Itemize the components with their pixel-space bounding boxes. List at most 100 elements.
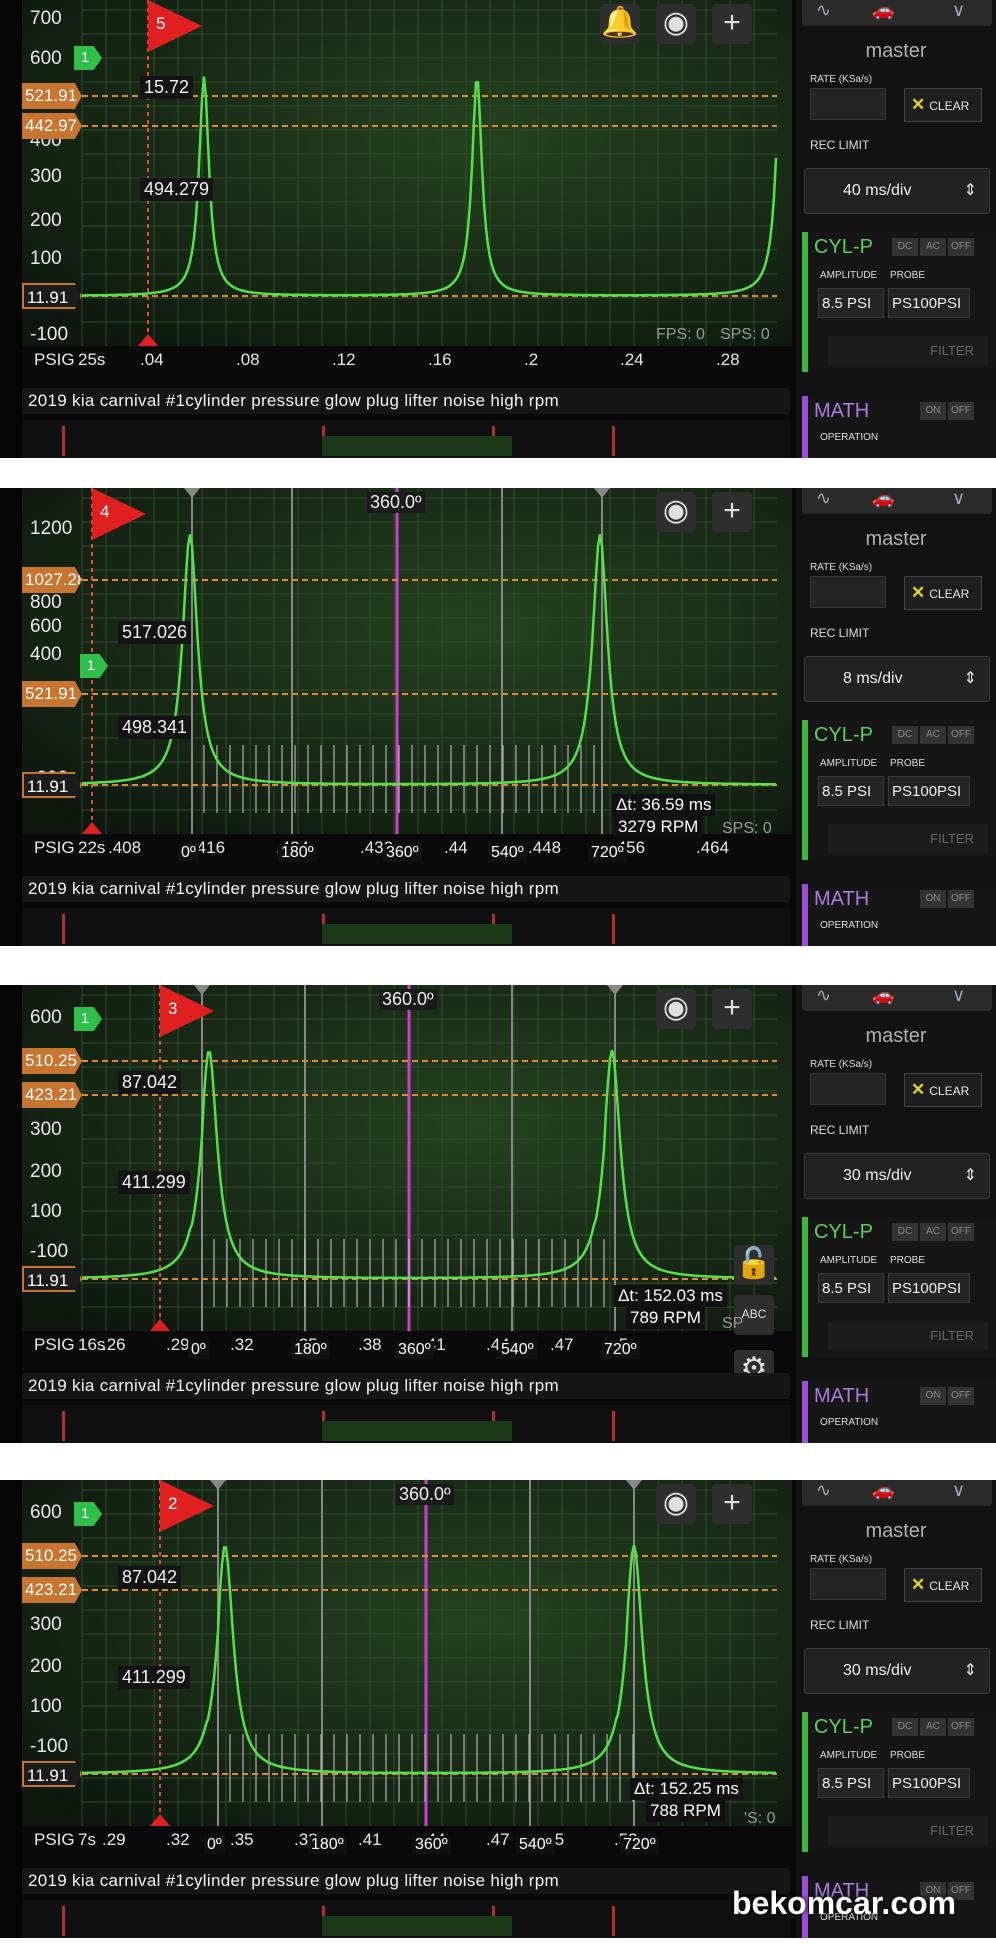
filter-button[interactable]: FILTER: [828, 1816, 988, 1846]
chevron-down-icon[interactable]: ∨: [952, 985, 965, 1006]
math-on-button[interactable]: ON: [920, 402, 946, 420]
eye-icon[interactable]: ◉: [656, 4, 696, 44]
eye-icon[interactable]: ◉: [656, 989, 696, 1029]
overview-bar[interactable]: [22, 1405, 790, 1443]
eye-icon[interactable]: ◉: [656, 1484, 696, 1524]
wave-icon[interactable]: ∿: [816, 488, 831, 509]
coupling-dc-button[interactable]: DC: [892, 1223, 918, 1241]
cursor-value-mid[interactable]: 423.21: [22, 1082, 82, 1108]
wave-icon[interactable]: ∿: [816, 0, 831, 21]
filter-button[interactable]: FILTER: [828, 824, 988, 854]
coupling-ac-button[interactable]: AC: [920, 238, 946, 256]
coupling-off-button[interactable]: OFF: [948, 1223, 974, 1241]
lock-icon[interactable]: 🔓: [734, 1245, 774, 1285]
filter-button[interactable]: FILTER: [828, 1321, 988, 1351]
timebase-select[interactable]: 40 ms/div ⇕: [804, 168, 990, 214]
crank-degree-label: 360º: [383, 844, 422, 862]
timebase-select[interactable]: 8 ms/div ⇕: [804, 656, 990, 702]
cursor-readout: 411.299: [118, 1171, 190, 1194]
sps-readout: SPS: 0: [722, 820, 772, 837]
math-on-button[interactable]: ON: [920, 1387, 946, 1405]
plus-icon[interactable]: +: [712, 989, 752, 1029]
mode-tabs[interactable]: ∿ 🚗 ∨: [802, 1480, 992, 1506]
math-off-button[interactable]: OFF: [948, 890, 974, 908]
crank-angle-readout: 360.0º: [396, 1484, 454, 1505]
math-off-button[interactable]: OFF: [948, 402, 974, 420]
channel-name: CYL-P: [814, 724, 873, 746]
coupling-dc-button[interactable]: DC: [892, 726, 918, 744]
trigger-flag[interactable]: 2: [154, 1480, 214, 1534]
cursor-value-low[interactable]: 11.91: [22, 283, 82, 309]
clear-button[interactable]: ✕ CLEAR: [904, 576, 982, 610]
cursor-value-low[interactable]: 11.91: [22, 1266, 82, 1292]
eye-icon[interactable]: ◉: [656, 492, 696, 532]
car-icon[interactable]: 🚗: [872, 1480, 894, 1501]
car-icon[interactable]: 🚗: [872, 0, 894, 21]
wave-icon[interactable]: ∿: [816, 1480, 831, 1501]
amplitude-field[interactable]: 8.5 PSI: [818, 776, 884, 806]
oscilloscope-screen[interactable]: 600 300 200 100 -100 510.25 423.21 11.91 1 2 87.04…: [22, 1480, 792, 1858]
timebase-select[interactable]: 30 ms/div ⇕: [804, 1153, 990, 1199]
chevron-down-icon[interactable]: ∨: [952, 488, 965, 509]
cursor-value-mid[interactable]: 423.21: [22, 1577, 82, 1603]
overview-bar[interactable]: [22, 420, 790, 458]
clear-button[interactable]: ✕ CLEAR: [904, 1568, 982, 1602]
clear-button[interactable]: ✕ CLEAR: [904, 1073, 982, 1107]
timebase-value: 40 ms/div: [843, 182, 912, 199]
cursor-value-top[interactable]: 510.25: [22, 1543, 82, 1569]
coupling-ac-button[interactable]: AC: [920, 1223, 946, 1241]
clear-button[interactable]: ✕ CLEAR: [904, 88, 982, 122]
probe-field[interactable]: PS100PSI: [888, 288, 970, 318]
chevron-down-icon[interactable]: ∨: [952, 1480, 965, 1501]
y-tick-label: 100: [30, 1696, 62, 1717]
coupling-dc-button[interactable]: DC: [892, 1718, 918, 1736]
coupling-off-button[interactable]: OFF: [948, 238, 974, 256]
wave-icon[interactable]: ∿: [816, 985, 831, 1006]
cursor-value-top[interactable]: 510.25: [22, 1048, 82, 1074]
bell-icon[interactable]: 🔔: [600, 4, 640, 44]
filter-button[interactable]: FILTER: [828, 336, 988, 366]
trigger-flag[interactable]: 3: [154, 985, 214, 1039]
coupling-off-button[interactable]: OFF: [948, 1718, 974, 1736]
cursor-value-top[interactable]: 1027.28: [22, 567, 82, 593]
mode-tabs[interactable]: ∿ 🚗 ∨: [802, 0, 992, 26]
chevron-down-icon[interactable]: ∨: [952, 0, 965, 21]
cursor-value-mid[interactable]: 442.97: [22, 113, 82, 139]
cursor-value-low[interactable]: 11.91: [22, 1761, 82, 1787]
amplitude-field[interactable]: 8.5 PSI: [818, 1273, 884, 1303]
overview-bar[interactable]: [22, 908, 790, 946]
math-off-button[interactable]: OFF: [948, 1387, 974, 1405]
cursor-value-low[interactable]: 11.91: [22, 772, 82, 798]
amplitude-field[interactable]: 8.5 PSI: [818, 1768, 884, 1798]
mode-tabs[interactable]: ∿ 🚗 ∨: [802, 488, 992, 514]
oscilloscope-screen[interactable]: 700 600 400 300 200 100 -100 521.91 442.97 11.91 1…: [22, 0, 792, 378]
coupling-off-button[interactable]: OFF: [948, 726, 974, 744]
car-icon[interactable]: 🚗: [872, 488, 894, 509]
probe-field[interactable]: PS100PSI: [888, 1768, 970, 1798]
timebase-select[interactable]: 30 ms/div ⇕: [804, 1648, 990, 1694]
trigger-flag[interactable]: 4: [86, 488, 146, 542]
coupling-ac-button[interactable]: AC: [920, 726, 946, 744]
cursor-value-mid[interactable]: 521.91: [22, 681, 82, 707]
trigger-flag[interactable]: 5: [142, 0, 202, 54]
probe-field[interactable]: PS100PSI: [888, 1273, 970, 1303]
car-icon[interactable]: 🚗: [872, 985, 894, 1006]
mode-tabs[interactable]: ∿ 🚗 ∨: [802, 985, 992, 1011]
plus-icon[interactable]: +: [712, 1484, 752, 1524]
plus-icon[interactable]: +: [712, 492, 752, 532]
amplitude-field[interactable]: 8.5 PSI: [818, 288, 884, 318]
rate-input[interactable]: [810, 1073, 886, 1105]
plus-icon[interactable]: +: [712, 4, 752, 44]
cursor-value-top[interactable]: 521.91: [22, 83, 82, 109]
rate-input[interactable]: [810, 88, 886, 120]
waveform-graph[interactable]: [22, 0, 792, 378]
oscilloscope-screen[interactable]: 1200800600400200-2001027.28521.9111.9114…: [22, 488, 792, 866]
probe-field[interactable]: PS100PSI: [888, 776, 970, 806]
overview-bar[interactable]: [22, 1900, 790, 1938]
coupling-ac-button[interactable]: AC: [920, 1718, 946, 1736]
coupling-dc-button[interactable]: DC: [892, 238, 918, 256]
rate-input[interactable]: [810, 576, 886, 608]
rate-input[interactable]: [810, 1568, 886, 1600]
oscilloscope-screen[interactable]: 600 300 200 100 -100 510.25 423.21 11.91 1 3 87.04…: [22, 985, 792, 1390]
math-on-button[interactable]: ON: [920, 890, 946, 908]
